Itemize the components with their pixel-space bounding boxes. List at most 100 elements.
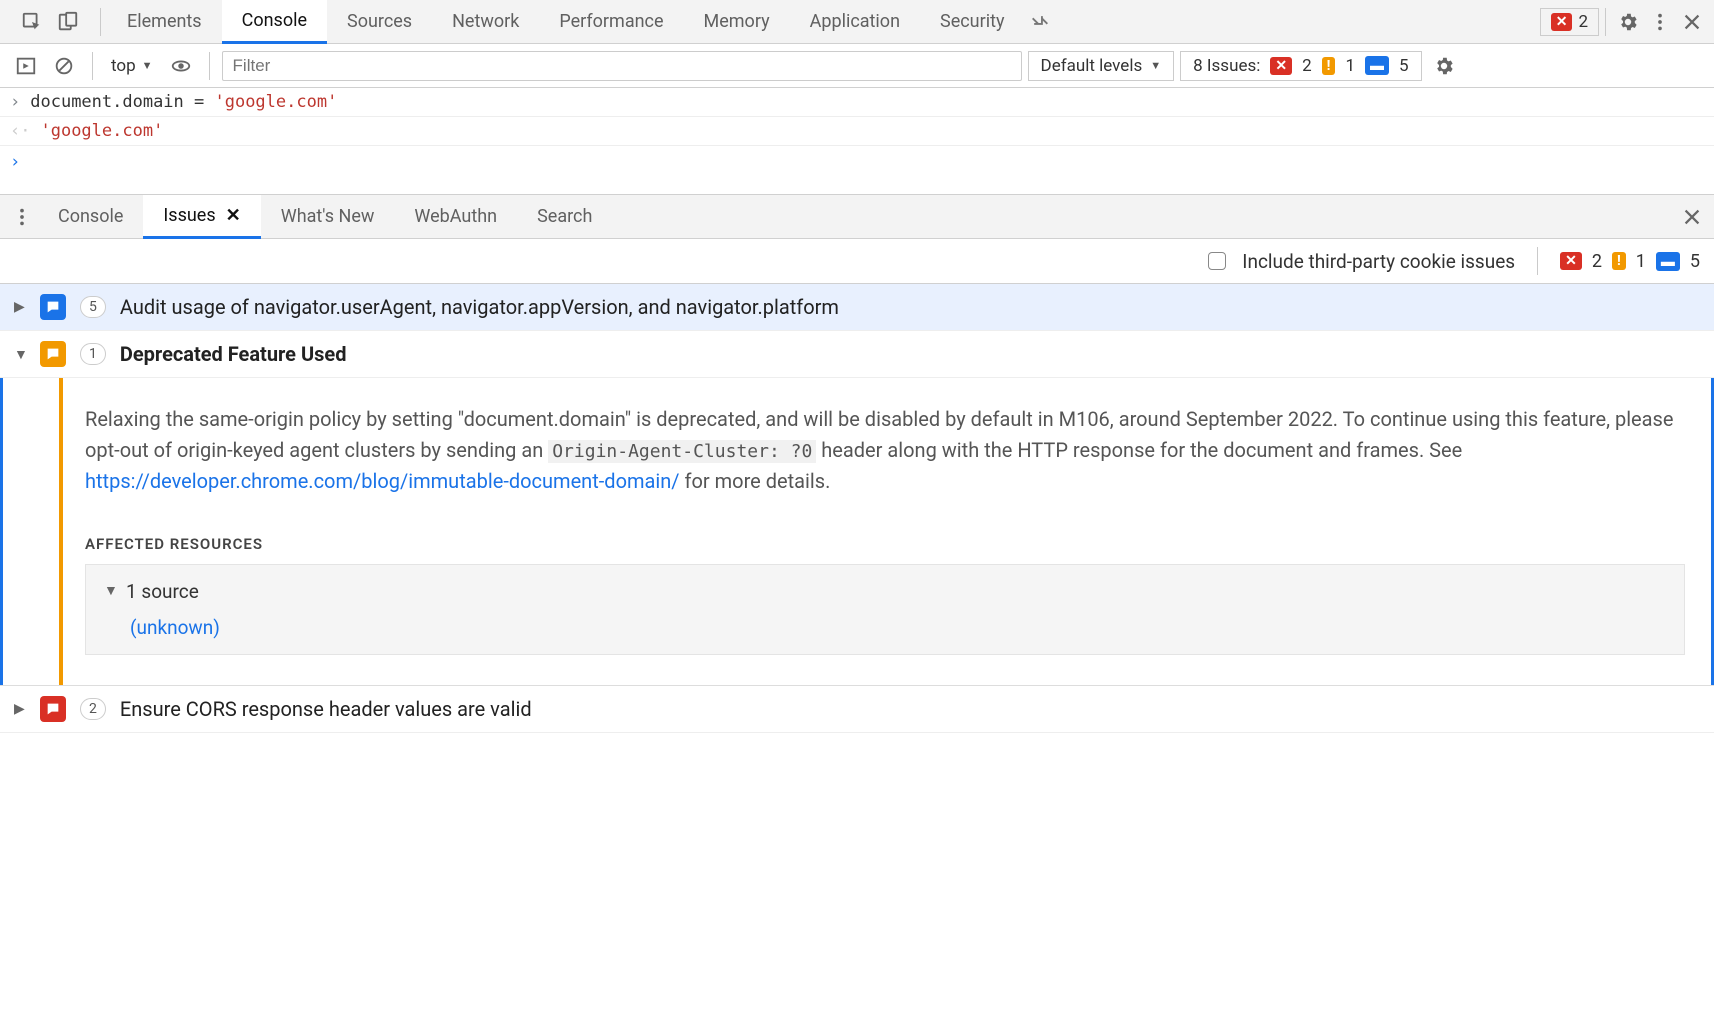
- separator: [1605, 8, 1606, 36]
- level-label: Default levels: [1041, 56, 1143, 76]
- live-expression-icon[interactable]: [165, 50, 197, 82]
- issue-count: 1: [80, 343, 106, 365]
- settings-icon[interactable]: [1612, 6, 1644, 38]
- info-icon: ▬: [1365, 56, 1389, 75]
- more-tabs-icon[interactable]: [1024, 6, 1056, 38]
- log-level-selector[interactable]: Default levels ▼: [1028, 51, 1175, 81]
- warning-category-icon: [40, 341, 66, 367]
- info-count: 5: [1690, 251, 1700, 272]
- source-count: 1 source: [126, 577, 199, 606]
- clear-console-icon[interactable]: [48, 50, 80, 82]
- error-icon: ✕: [1560, 252, 1582, 270]
- expand-icon[interactable]: ▶: [14, 299, 26, 315]
- console-settings-icon[interactable]: [1428, 50, 1460, 82]
- inspect-element-icon[interactable]: [16, 6, 48, 38]
- collapse-icon[interactable]: ▼: [14, 346, 26, 363]
- sidebar-toggle-icon[interactable]: [10, 50, 42, 82]
- drawer-tab-console[interactable]: Console: [38, 195, 143, 239]
- code-text: document.domain =: [30, 92, 214, 112]
- affected-resources-box: ▼ 1 source (unknown): [85, 564, 1685, 655]
- collapse-icon[interactable]: ▼: [104, 581, 116, 603]
- issue-title: Ensure CORS response header values are v…: [120, 697, 532, 721]
- console-toolbar: top ▼ Default levels ▼ 8 Issues: ✕2 !1 ▬…: [0, 44, 1714, 88]
- error-count: 2: [1592, 251, 1602, 272]
- tab-network[interactable]: Network: [432, 0, 539, 44]
- tab-sources[interactable]: Sources: [327, 0, 432, 44]
- tab-label: Issues: [163, 205, 215, 226]
- source-link[interactable]: (unknown): [130, 613, 1666, 642]
- tab-elements[interactable]: Elements: [107, 0, 222, 44]
- tab-label: Performance: [559, 11, 663, 32]
- kebab-menu-icon[interactable]: [1644, 6, 1676, 38]
- expand-icon[interactable]: ▶: [14, 701, 26, 717]
- filter-input[interactable]: [222, 51, 1022, 81]
- drawer-tab-search[interactable]: Search: [517, 195, 612, 239]
- tab-application[interactable]: Application: [790, 0, 920, 44]
- console-output-row: ‹· 'google.com': [0, 117, 1714, 146]
- issues-toolbar: Include third-party cookie issues ✕ 2 ! 1 …: [0, 239, 1714, 284]
- code-string: 'google.com': [40, 121, 163, 141]
- warning-count: 1: [1345, 56, 1355, 76]
- tab-performance[interactable]: Performance: [539, 0, 683, 44]
- input-chevron-icon: ›: [10, 92, 20, 112]
- console-prompt-row[interactable]: ›: [0, 146, 1714, 195]
- issue-title: Audit usage of navigator.userAgent, navi…: [120, 295, 839, 319]
- close-devtools-icon[interactable]: [1676, 6, 1708, 38]
- prompt-chevron-icon: ›: [10, 152, 20, 172]
- tab-memory[interactable]: Memory: [684, 0, 790, 44]
- close-drawer-icon[interactable]: [1676, 201, 1708, 233]
- issues-summary[interactable]: 8 Issues: ✕2 !1 ▬5: [1180, 51, 1421, 81]
- chevron-down-icon: ▼: [1150, 59, 1161, 72]
- issue-detail-panel: Relaxing the same-origin policy by setti…: [0, 378, 1714, 685]
- source-count-row[interactable]: ▼ 1 source: [104, 577, 1666, 606]
- separator: [209, 52, 210, 80]
- tab-label: Console: [58, 206, 123, 227]
- issue-description: Relaxing the same-origin policy by setti…: [85, 404, 1685, 497]
- drawer-tabbar: Console Issues ✕ What's New WebAuthn Sea…: [0, 195, 1714, 239]
- issues-counts: ✕ 2 ! 1 ▬ 5: [1560, 251, 1700, 272]
- tab-label: Memory: [704, 11, 770, 32]
- issue-count: 2: [80, 698, 106, 720]
- tab-label: Security: [940, 11, 1004, 32]
- tab-label: Sources: [347, 11, 412, 32]
- separator: [1537, 247, 1538, 275]
- code-string: 'google.com': [214, 92, 337, 112]
- warning-count: 1: [1636, 251, 1646, 272]
- info-count: 5: [1399, 56, 1409, 76]
- desc-link[interactable]: https://developer.chrome.com/blog/immuta…: [85, 469, 680, 493]
- desc-code: Origin-Agent-Cluster: ?0: [548, 440, 816, 463]
- drawer-tab-whatsnew[interactable]: What's New: [261, 195, 395, 239]
- tab-label: Console: [242, 10, 307, 31]
- warning-icon: !: [1322, 57, 1336, 75]
- tab-security[interactable]: Security: [920, 0, 1024, 44]
- chevron-down-icon: ▼: [142, 59, 153, 72]
- error-counter[interactable]: ✕ 2: [1540, 8, 1599, 36]
- info-icon: ▬: [1656, 252, 1680, 271]
- issue-title: Deprecated Feature Used: [120, 342, 347, 366]
- checkbox-label: Include third-party cookie issues: [1242, 250, 1515, 273]
- issue-row[interactable]: ▶ 2 Ensure CORS response header values a…: [0, 685, 1714, 733]
- drawer-menu-icon[interactable]: [6, 201, 38, 233]
- warning-icon: !: [1612, 252, 1626, 270]
- error-count: 2: [1302, 56, 1312, 76]
- tab-console[interactable]: Console: [222, 0, 327, 44]
- issue-row[interactable]: ▼ 1 Deprecated Feature Used: [0, 331, 1714, 378]
- console-body: › document.domain = 'google.com' ‹· 'goo…: [0, 88, 1714, 195]
- device-toggle-icon[interactable]: [52, 6, 84, 38]
- output-chevron-icon: ‹·: [10, 121, 30, 141]
- affected-resources-label: AFFECTED RESOURCES: [85, 533, 1685, 556]
- context-label: top: [111, 56, 136, 76]
- drawer-tab-issues[interactable]: Issues ✕: [143, 195, 260, 239]
- drawer-tab-webauthn[interactable]: WebAuthn: [394, 195, 517, 239]
- separator: [92, 52, 93, 80]
- include-third-party-checkbox[interactable]: [1208, 252, 1226, 270]
- close-tab-icon[interactable]: ✕: [226, 205, 241, 226]
- tab-label: Application: [810, 11, 900, 32]
- tab-label: What's New: [281, 206, 375, 227]
- context-selector[interactable]: top ▼: [105, 56, 159, 76]
- info-category-icon: [40, 294, 66, 320]
- tab-label: Search: [537, 206, 592, 227]
- desc-text: header along with the HTTP response for …: [816, 438, 1462, 462]
- issue-row[interactable]: ▶ 5 Audit usage of navigator.userAgent, …: [0, 284, 1714, 331]
- separator: [100, 8, 101, 36]
